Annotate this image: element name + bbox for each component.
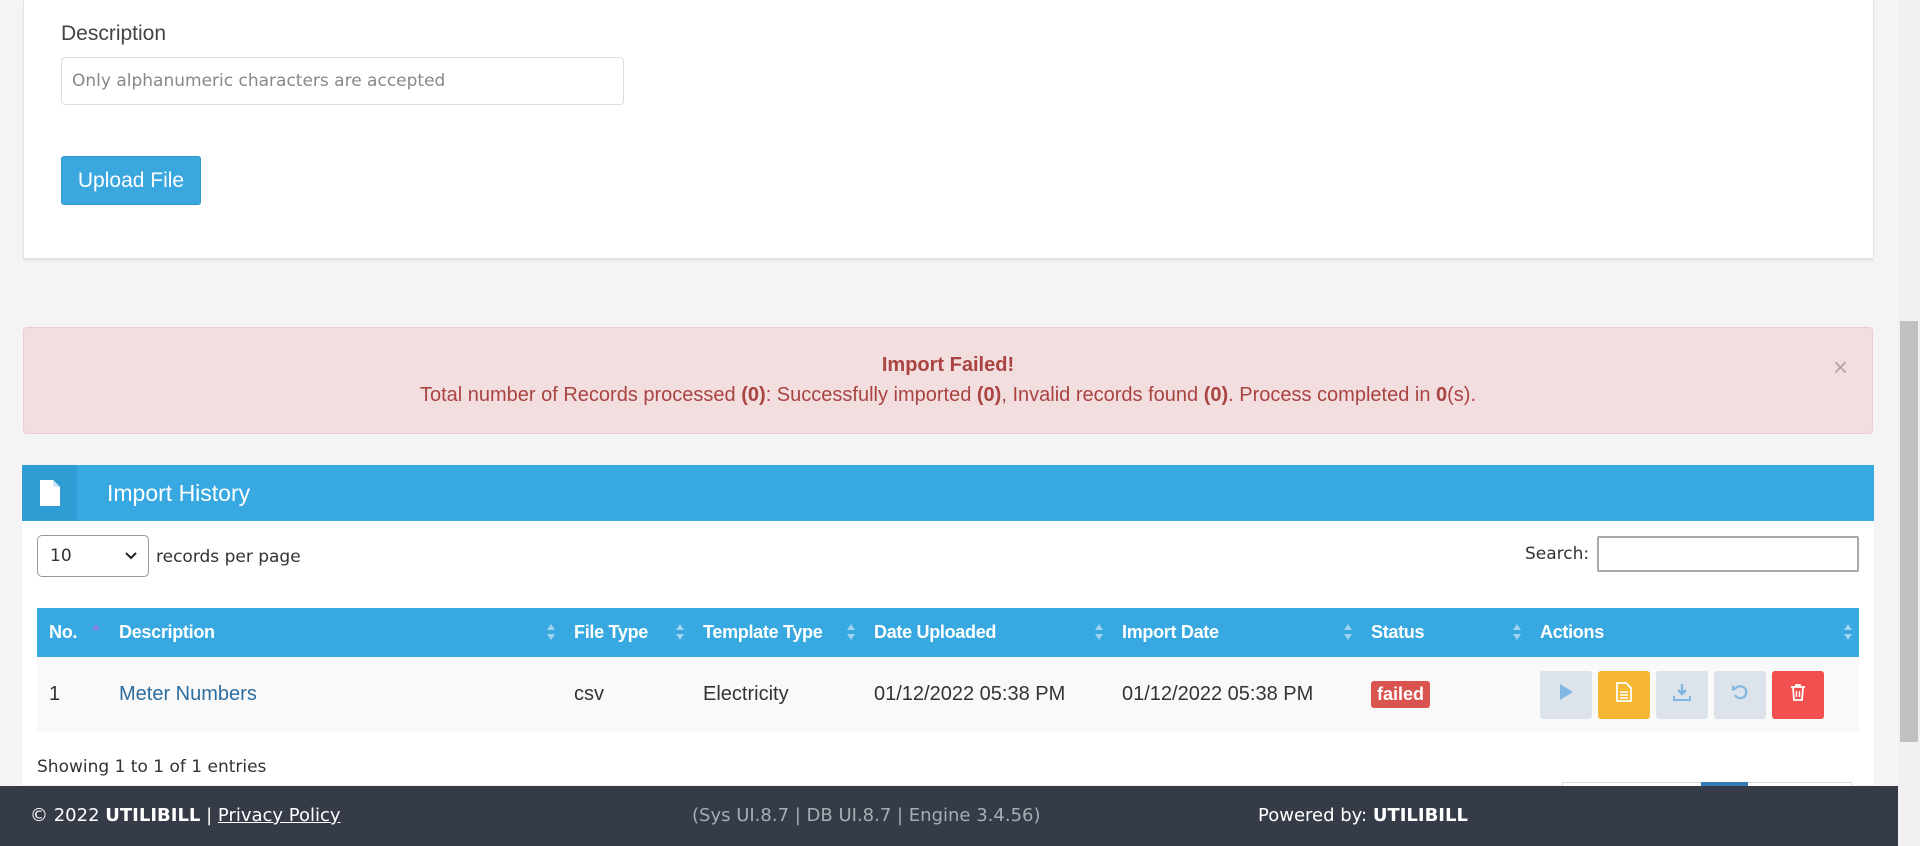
import-failed-alert: Import Failed! Total number of Records p… [23, 327, 1873, 434]
column-label-import-date: Import Date [1122, 622, 1219, 642]
play-icon [1558, 683, 1574, 707]
column-label-template-type: Template Type [703, 622, 823, 642]
description-link[interactable]: Meter Numbers [119, 683, 257, 705]
imported-count: (0) [976, 384, 1002, 406]
cell-actions [1528, 657, 1859, 732]
scrollbar-thumb[interactable] [1900, 321, 1918, 742]
alert-text-invalid: , Invalid records found [1001, 384, 1204, 406]
column-header-description[interactable]: Description [107, 608, 562, 657]
trash-icon [1790, 683, 1806, 707]
panel-title: Import History [107, 480, 251, 506]
download-icon [1673, 683, 1691, 707]
description-input[interactable] [61, 57, 624, 105]
alert-text-suffix: (s). [1447, 384, 1477, 406]
import-history-table: No. Description File Type Template Type … [37, 608, 1859, 732]
import-history-panel: Import History 10 records per page Searc… [22, 465, 1874, 785]
description-label: Description [61, 22, 167, 45]
sort-icon [1512, 621, 1522, 648]
copyright-text: © 2022 [30, 805, 106, 826]
search-input[interactable] [1597, 536, 1859, 572]
seconds-count: 0 [1436, 384, 1448, 406]
records-per-page-label: records per page [156, 547, 301, 567]
records-processed-count: (0) [741, 384, 766, 406]
cell-status: failed [1359, 657, 1528, 732]
undo-icon [1731, 683, 1749, 707]
upload-file-button[interactable]: Upload File [61, 156, 201, 205]
cell-template-type: Electricity [703, 683, 789, 705]
sort-icon [1094, 621, 1104, 648]
invalid-count: (0) [1203, 384, 1229, 406]
sort-icon [1343, 621, 1353, 648]
file-icon [22, 465, 77, 521]
view-log-button[interactable] [1598, 670, 1650, 719]
table-header-row: No. Description File Type Template Type … [37, 608, 1859, 657]
cell-import-date: 01/12/2022 05:38 PM [1122, 683, 1314, 705]
column-label-file-type: File Type [574, 622, 648, 642]
records-per-page-select[interactable]: 10 [37, 535, 149, 577]
column-header-template-type[interactable]: Template Type [691, 608, 862, 657]
footer-powered-by: Powered by: UTILIBILL [1258, 805, 1468, 826]
sort-icon [846, 621, 856, 648]
column-label-status: Status [1371, 622, 1425, 642]
footer-separator: | [200, 805, 218, 826]
privacy-policy-link[interactable]: Privacy Policy [218, 805, 341, 826]
download-button[interactable] [1656, 670, 1708, 719]
sort-icon [546, 621, 556, 648]
column-label-date-uploaded: Date Uploaded [874, 622, 997, 642]
document-icon [1616, 681, 1632, 708]
cell-description: Meter Numbers [107, 657, 562, 732]
column-label-actions: Actions [1540, 622, 1604, 642]
alert-message: Total number of Records processed (0): S… [24, 384, 1872, 407]
column-label-no: No. [49, 622, 78, 642]
column-label-description: Description [119, 622, 215, 642]
chevron-down-icon [124, 546, 138, 571]
row-actions [1540, 670, 1859, 719]
records-per-page-value: 10 [50, 546, 72, 566]
alert-title: Import Failed! [881, 354, 1015, 376]
sort-icon [91, 621, 101, 648]
powered-by-brand: UTILIBILL [1372, 805, 1468, 826]
panel-header: Import History [22, 465, 1874, 521]
status-badge: failed [1371, 681, 1431, 708]
alert-text-completed: . Process completed in [1228, 384, 1437, 406]
alert-text-imported: : Successfully imported [765, 384, 977, 406]
column-header-date-uploaded[interactable]: Date Uploaded [862, 608, 1110, 657]
upload-form-card: Description Upload File [23, 0, 1874, 259]
sort-icon [675, 621, 685, 648]
close-icon[interactable]: × [1833, 354, 1848, 380]
delete-button[interactable] [1772, 670, 1824, 719]
column-header-status[interactable]: Status [1359, 608, 1528, 657]
cell-date-uploaded: 01/12/2022 05:38 PM [874, 683, 1066, 705]
cell-file-type: csv [574, 683, 604, 705]
footer-brand: UTILIBILL [105, 805, 201, 826]
column-header-file-type[interactable]: File Type [562, 608, 691, 657]
sort-icon [1843, 621, 1853, 648]
column-header-actions[interactable]: Actions [1528, 608, 1859, 657]
column-header-no[interactable]: No. [37, 608, 107, 657]
alert-text-prefix: Total number of Records processed [419, 384, 742, 406]
search-label: Search: [1525, 544, 1590, 564]
footer-copyright: © 2022 UTILIBILL | Privacy Policy [30, 805, 341, 826]
cell-no: 1 [49, 683, 61, 705]
footer-versions: (Sys UI.8.7 | DB UI.8.7 | Engine 3.4.56) [692, 805, 1041, 826]
footer: © 2022 UTILIBILL | Privacy Policy (Sys U… [0, 786, 1898, 846]
column-header-import-date[interactable]: Import Date [1110, 608, 1359, 657]
rollback-button[interactable] [1714, 670, 1766, 719]
table-row: 1 Meter Numbers csv Electricity 01/12/20… [37, 657, 1859, 732]
run-import-button[interactable] [1540, 670, 1592, 719]
powered-by-label: Powered by: [1258, 805, 1373, 826]
table-info: Showing 1 to 1 of 1 entries [37, 757, 267, 777]
